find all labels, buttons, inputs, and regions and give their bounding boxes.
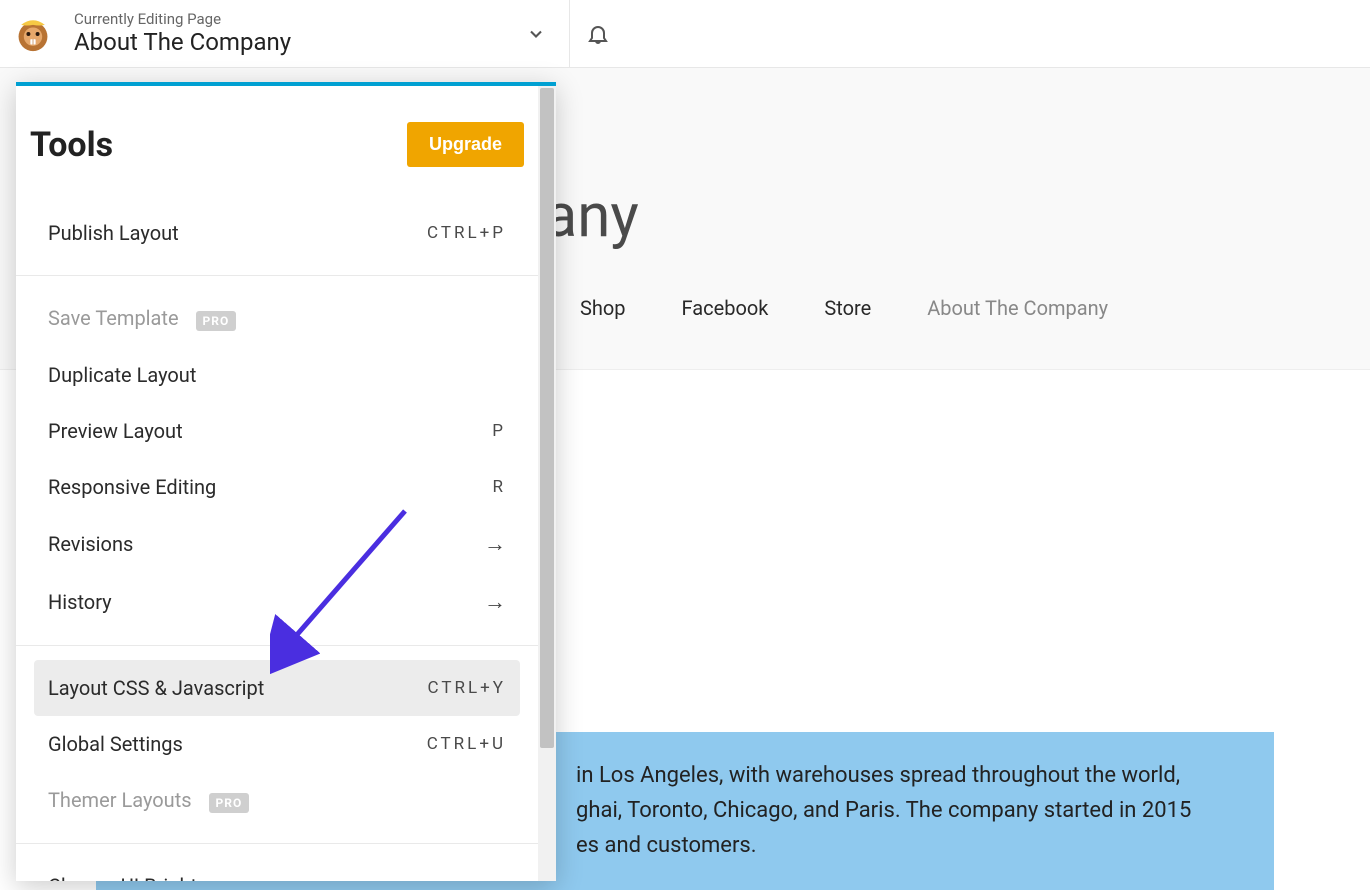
- topbar-left: Currently Editing Page About The Company: [0, 0, 570, 67]
- item-layout-css-js[interactable]: Layout CSS & Javascript CTRL+Y: [34, 660, 520, 716]
- topbar: Currently Editing Page About The Company: [0, 0, 1370, 68]
- title-block: Currently Editing Page About The Company: [74, 10, 517, 57]
- item-themer-layouts: Themer Layouts PRO: [34, 772, 520, 829]
- item-save-template: Save Template PRO: [34, 290, 520, 347]
- item-label: Save Template: [48, 306, 179, 330]
- arrow-right-icon: →: [484, 531, 506, 557]
- item-responsive-editing[interactable]: Responsive Editing R: [34, 459, 520, 515]
- item-shortcut: R: [493, 477, 506, 497]
- item-label: Publish Layout: [48, 221, 179, 245]
- item-publish-layout[interactable]: Publish Layout CTRL+P: [34, 205, 520, 261]
- scroll-thumb[interactable]: [540, 88, 554, 748]
- dropdown-section: Save Template PRO Duplicate Layout Previ…: [16, 276, 538, 646]
- tools-dropdown: Tools Upgrade Publish Layout CTRL+P Save…: [16, 82, 556, 881]
- item-shortcut: CTRL+Y: [428, 678, 506, 698]
- item-global-settings[interactable]: Global Settings CTRL+U: [34, 716, 520, 772]
- item-revisions[interactable]: Revisions →: [34, 515, 520, 573]
- bell-icon[interactable]: [570, 0, 626, 68]
- item-shortcut: P: [492, 421, 506, 441]
- item-shortcut: CTRL+U: [427, 734, 506, 754]
- nav-item-about[interactable]: About The Company: [927, 296, 1108, 320]
- dropdown-section: Layout CSS & Javascript CTRL+Y Global Se…: [16, 646, 538, 844]
- beaver-logo-icon[interactable]: [10, 11, 56, 57]
- dropdown-section: Publish Layout CTRL+P: [16, 191, 538, 276]
- nav-item-facebook[interactable]: Facebook: [682, 296, 769, 320]
- item-label: Layout CSS & Javascript: [48, 676, 264, 700]
- chevron-down-icon[interactable]: [517, 15, 555, 53]
- item-label: Change UI Brightness: [48, 874, 239, 881]
- pro-badge: PRO: [196, 311, 237, 331]
- item-history[interactable]: History →: [34, 573, 520, 631]
- item-label: Duplicate Layout: [48, 363, 196, 387]
- dropdown-scrollbar[interactable]: [538, 86, 556, 881]
- item-label: History: [48, 590, 112, 614]
- dropdown-caret-icon: [516, 82, 540, 86]
- pro-badge: PRO: [209, 793, 250, 813]
- item-label: Global Settings: [48, 732, 183, 756]
- item-shortcut: CTRL+P: [427, 223, 506, 243]
- nav-item-shop[interactable]: Shop: [580, 296, 626, 320]
- item-change-ui-brightness[interactable]: Change UI Brightness: [34, 858, 520, 881]
- currently-editing-label: Currently Editing Page: [74, 10, 517, 28]
- dropdown-section: Change UI Brightness: [16, 844, 538, 881]
- arrow-right-icon: →: [484, 589, 506, 615]
- nav-item-store[interactable]: Store: [824, 296, 871, 320]
- item-label: Revisions: [48, 532, 133, 556]
- item-label: Themer Layouts: [48, 788, 192, 812]
- page-title: About The Company: [74, 28, 517, 57]
- item-label: Responsive Editing: [48, 475, 216, 499]
- upgrade-button[interactable]: Upgrade: [407, 122, 524, 167]
- dropdown-header: Tools Upgrade: [16, 86, 538, 191]
- item-duplicate-layout[interactable]: Duplicate Layout: [34, 347, 520, 403]
- item-preview-layout[interactable]: Preview Layout P: [34, 403, 520, 459]
- item-label: Preview Layout: [48, 419, 183, 443]
- dropdown-title: Tools: [30, 125, 113, 165]
